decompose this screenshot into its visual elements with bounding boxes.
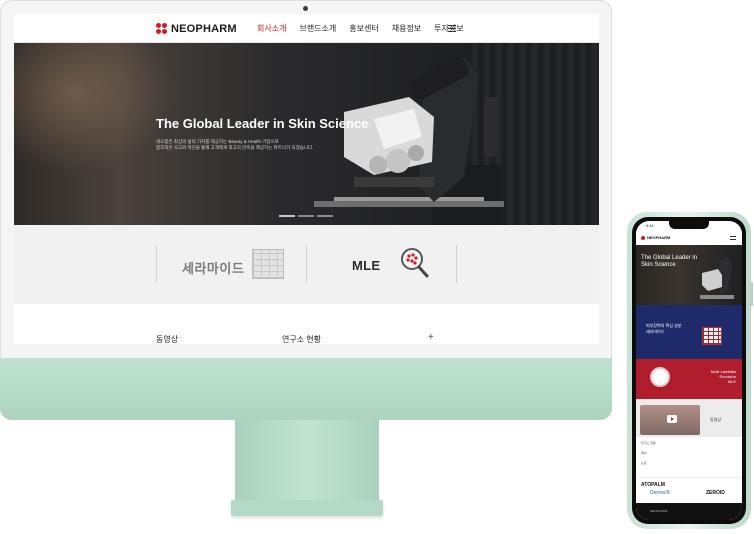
mobile-hero-title: The Global Leader in Skin Science [641,255,698,268]
site-header: NEOPHARM 회사소개 브랜드소개 홍보센터 채용정보 투자정보 [14,14,599,43]
video-thumbnail[interactable] [640,405,700,435]
nav-item-pr[interactable]: 홍보센터 [349,23,378,34]
plus-icon[interactable]: + [428,332,434,343]
brand-dermab[interactable]: Derma:B [650,490,670,496]
mobile-seramide-banner[interactable]: 피부장벽의 핵심 성분 세라마이드 [636,305,742,359]
imac-device: NEOPHARM 회사소개 브랜드소개 홍보센터 채용정보 투자정보 The G… [0,0,612,420]
mobile-seramide-title: 세라마이드 [646,329,665,334]
lower-section: 동영상 연구소 현황 + [14,304,599,344]
hero-dot-2[interactable] [298,215,314,217]
nav-item-brand[interactable]: 브랜드소개 [299,23,336,34]
hero-pagination [279,215,333,217]
mobile-lab-table: 연구소 현황 특허 논문 [636,437,742,477]
brand-atopalm[interactable]: ATOPALM [641,482,665,488]
imac-stand [235,420,379,502]
hamburger-menu-icon[interactable] [448,25,456,32]
magnifier-icon [401,248,429,278]
mobile-mle-line-3: MLE [727,379,736,384]
phone-notch [669,221,709,229]
hero-dot-1[interactable] [279,215,295,217]
nav-item-company[interactable]: 회사소개 [257,23,286,34]
phone-side-button [750,282,753,306]
mobile-hero: The Global Leader in Skin Science [636,245,742,305]
brick-wall-icon [252,249,284,279]
hero-title: The Global Leader in Skin Science [156,116,369,131]
brand-section: 세라마이드 MLE [14,225,599,304]
phone-device: 9:41 NEOPHARM The Global Leader in Skin … [627,212,751,529]
mobile-website: 9:41 NEOPHARM The Global Leader in Skin … [636,221,742,520]
table-row: 특허 [641,451,647,455]
hamburger-menu-icon[interactable] [730,236,736,240]
video-heading[interactable]: 동영상 [156,334,178,344]
brand-divider [156,245,157,283]
mobile-logo[interactable]: NEOPHARM [641,235,670,240]
phone-bezel: 9:41 NEOPHARM The Global Leader in Skin … [632,217,746,524]
brand-divider [306,245,307,283]
table-row: 논문 [641,461,647,465]
camera-icon [303,6,308,11]
desktop-website: NEOPHARM 회사소개 브랜드소개 홍보센터 채용정보 투자정보 The G… [14,14,599,344]
mobile-video-section: 동영상 [636,399,742,437]
brand-divider [456,245,457,283]
microscope-image [700,257,734,299]
magnifier-icon [650,367,670,387]
main-nav: 회사소개 브랜드소개 홍보센터 채용정보 투자정보 [257,23,464,34]
mobile-mle-text: Multi-Lamellar Emulsion MLE [696,369,736,384]
brand-zeroid[interactable]: ZEROID [706,490,725,496]
site-logo[interactable]: NEOPHARM [156,23,237,35]
mobile-seramide-text: 피부장벽의 핵심 성분 세라마이드 [646,323,681,335]
mobile-logo-text: NEOPHARM [647,235,671,240]
mobile-brand-logos: ATOPALM Derma:B ZEROID [636,477,742,503]
hero-banner: The Global Leader in Skin Science 네오팜은 최… [14,43,599,225]
mobile-footer: NEOPHARM [636,503,742,520]
mobile-footer-text: NEOPHARM [650,509,668,513]
logo-mark-icon [641,235,645,240]
play-icon[interactable] [667,415,677,423]
logo-text: NEOPHARM [171,23,237,35]
hero-desc-line-2: 창조적인 사고와 혁신을 통해 고객에게 최고의 만족을 제공하는 파트너가 되… [156,145,314,150]
hero-dot-3[interactable] [317,215,333,217]
hero-light [14,43,174,173]
mobile-header: NEOPHARM [636,231,742,245]
table-row: 연구소 현황 [641,441,656,445]
mobile-mle-banner[interactable]: Multi-Lamellar Emulsion MLE [636,359,742,399]
brick-wall-icon [702,327,722,345]
mobile-video-label[interactable]: 동영상 [710,417,721,423]
nav-item-careers[interactable]: 채용정보 [392,23,421,34]
status-time: 9:41 [646,223,654,228]
imac-chin [0,358,612,420]
brand-seramide-label[interactable]: 세라마이드 [182,258,244,277]
lab-status-heading[interactable]: 연구소 현황 [282,334,321,344]
imac-stand-foot [231,500,383,516]
logo-mark-icon [156,23,168,35]
hero-description: 네오팜은 최상의 삶의 가치를 제공하는 Beauty & Health 기업으… [156,139,356,151]
brand-mle-label[interactable]: MLE [352,258,380,273]
